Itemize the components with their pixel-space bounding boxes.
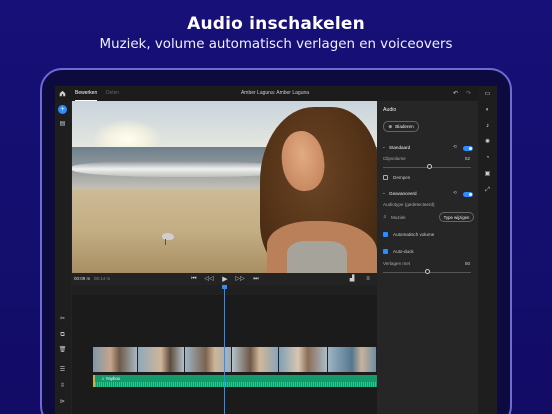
skip-start-icon[interactable]: ⏮ [190,275,198,283]
browse-button[interactable]: ⊕ Bladeren [383,121,419,132]
audio-meter-icon[interactable]: ▟ [348,275,356,283]
speed-icon[interactable]: ◔ [483,153,492,162]
redo-icon[interactable]: ↷ [464,89,473,98]
playback-controls: 00:09 m 00:14 m ⏮ ◁◁ ▶ ▷▷ ⏭ ▟ ≡ [72,273,377,285]
video-clip[interactable] [93,347,138,372]
audio-panel: Audio ⊕ Bladeren ⌄ Standaard ⟲ Clipvolume… [377,101,478,414]
video-clip[interactable] [138,347,185,372]
add-icon: ⊕ [388,123,393,129]
looks-icon[interactable]: ◐ [483,105,492,114]
timeline[interactable]: ♫ Yaybox [72,285,377,414]
audio-icon[interactable]: ♪ [483,121,492,130]
clip-volume-value: 52 [465,156,471,161]
promo-subline: Muziek, volume automatisch verlagen en v… [99,37,453,52]
color-icon[interactable]: ✺ [483,137,492,146]
tab-delen[interactable]: Delen [106,90,119,96]
browse-button-label: Bladeren [395,124,414,129]
track-list-icon[interactable]: ☰ [58,365,67,374]
app-screen: Bewerken Delen Amber Laguna: Amber Lagun… [55,86,497,414]
right-toolbar: ▭ ◐ ♪ ✺ ◔ ▣ ⤢ [478,86,497,414]
chevron-down-icon[interactable]: ⌄ [382,190,386,196]
clip-volume-knob[interactable] [427,164,432,169]
standard-section-label[interactable]: Standaard [389,145,410,150]
titles-icon[interactable]: ▣ [483,169,492,178]
menu-icon[interactable]: ≡ [364,275,372,283]
step-back-icon[interactable]: ◁◁ [204,275,213,283]
music-note-icon: ♫ [383,214,387,219]
transform-icon[interactable]: ⤢ [483,185,492,194]
project-title: Amber Laguna: Amber Laguna [240,90,310,96]
auto-volume-label: Automatisch volume [393,232,435,237]
duplicate-icon[interactable]: ⧉ [58,330,67,339]
mute-label: Dempen [393,175,411,180]
audio-toggle-icon[interactable]: ⊳ [58,397,67,406]
mute-checkbox[interactable] [383,175,388,180]
step-forward-icon[interactable]: ▷▷ [235,275,244,283]
auto-duck-label: Auto-duck [393,249,414,254]
home-icon[interactable] [58,89,67,98]
chevron-down-icon[interactable]: ⌄ [382,144,386,150]
panel-title: Audio [383,107,397,113]
preview-top [287,241,347,273]
total-time: 00:14 m [94,276,111,281]
preview-bird [162,233,174,245]
playhead[interactable] [222,285,227,414]
auto-duck-checkbox[interactable] [383,249,388,254]
tab-bewerken[interactable]: Bewerken [75,90,98,101]
reset-icon[interactable]: ⟲ [453,144,457,150]
skip-end-icon[interactable]: ⏭ [252,275,260,283]
current-time: 00:09 m [74,276,91,281]
top-bar: Bewerken Delen Amber Laguna: Amber Lagun… [55,86,497,101]
change-type-button[interactable]: Type wijzigen [439,212,474,222]
add-media-button[interactable]: + [58,105,67,114]
trash-icon[interactable]: 🗑 [58,345,67,354]
track-height-icon[interactable]: ⇳ [58,381,67,390]
advanced-section-label[interactable]: Geavanceerd [389,191,417,196]
left-toolbar: + ▤ ✂ ⧉ 🗑 ☰ ⇳ ⊳ [55,101,71,414]
audio-waveform [95,382,377,387]
audio-track[interactable]: ♫ Yaybox [95,375,377,387]
scissors-icon[interactable]: ✂ [58,314,67,323]
video-clip[interactable] [232,347,279,372]
video-clip[interactable] [328,347,377,372]
comment-icon[interactable]: ▭ [483,89,492,98]
advanced-toggle[interactable] [463,192,473,197]
video-track[interactable] [93,347,377,372]
audio-type-label: Audiotype (gedetecteerd) [383,202,435,207]
reset-icon[interactable]: ⟲ [453,190,457,196]
promo-headline: Audio inschakelen [187,14,365,34]
auto-volume-checkbox[interactable] [383,232,388,237]
audio-clip-label: Yaybox [105,376,121,381]
duck-amount-value: 50 [465,261,471,266]
duck-amount-label: Verlagen met [383,261,411,266]
layers-icon[interactable]: ▤ [58,119,67,128]
duck-amount-knob[interactable] [425,269,430,274]
clip-volume-label: Clipvolume [383,156,406,161]
audio-type-value: Muziek [391,215,406,220]
undo-icon[interactable]: ↶ [451,89,460,98]
video-clip[interactable] [279,347,328,372]
standard-toggle[interactable] [463,146,473,151]
play-icon[interactable]: ▶ [221,275,229,283]
video-preview[interactable] [72,101,377,273]
